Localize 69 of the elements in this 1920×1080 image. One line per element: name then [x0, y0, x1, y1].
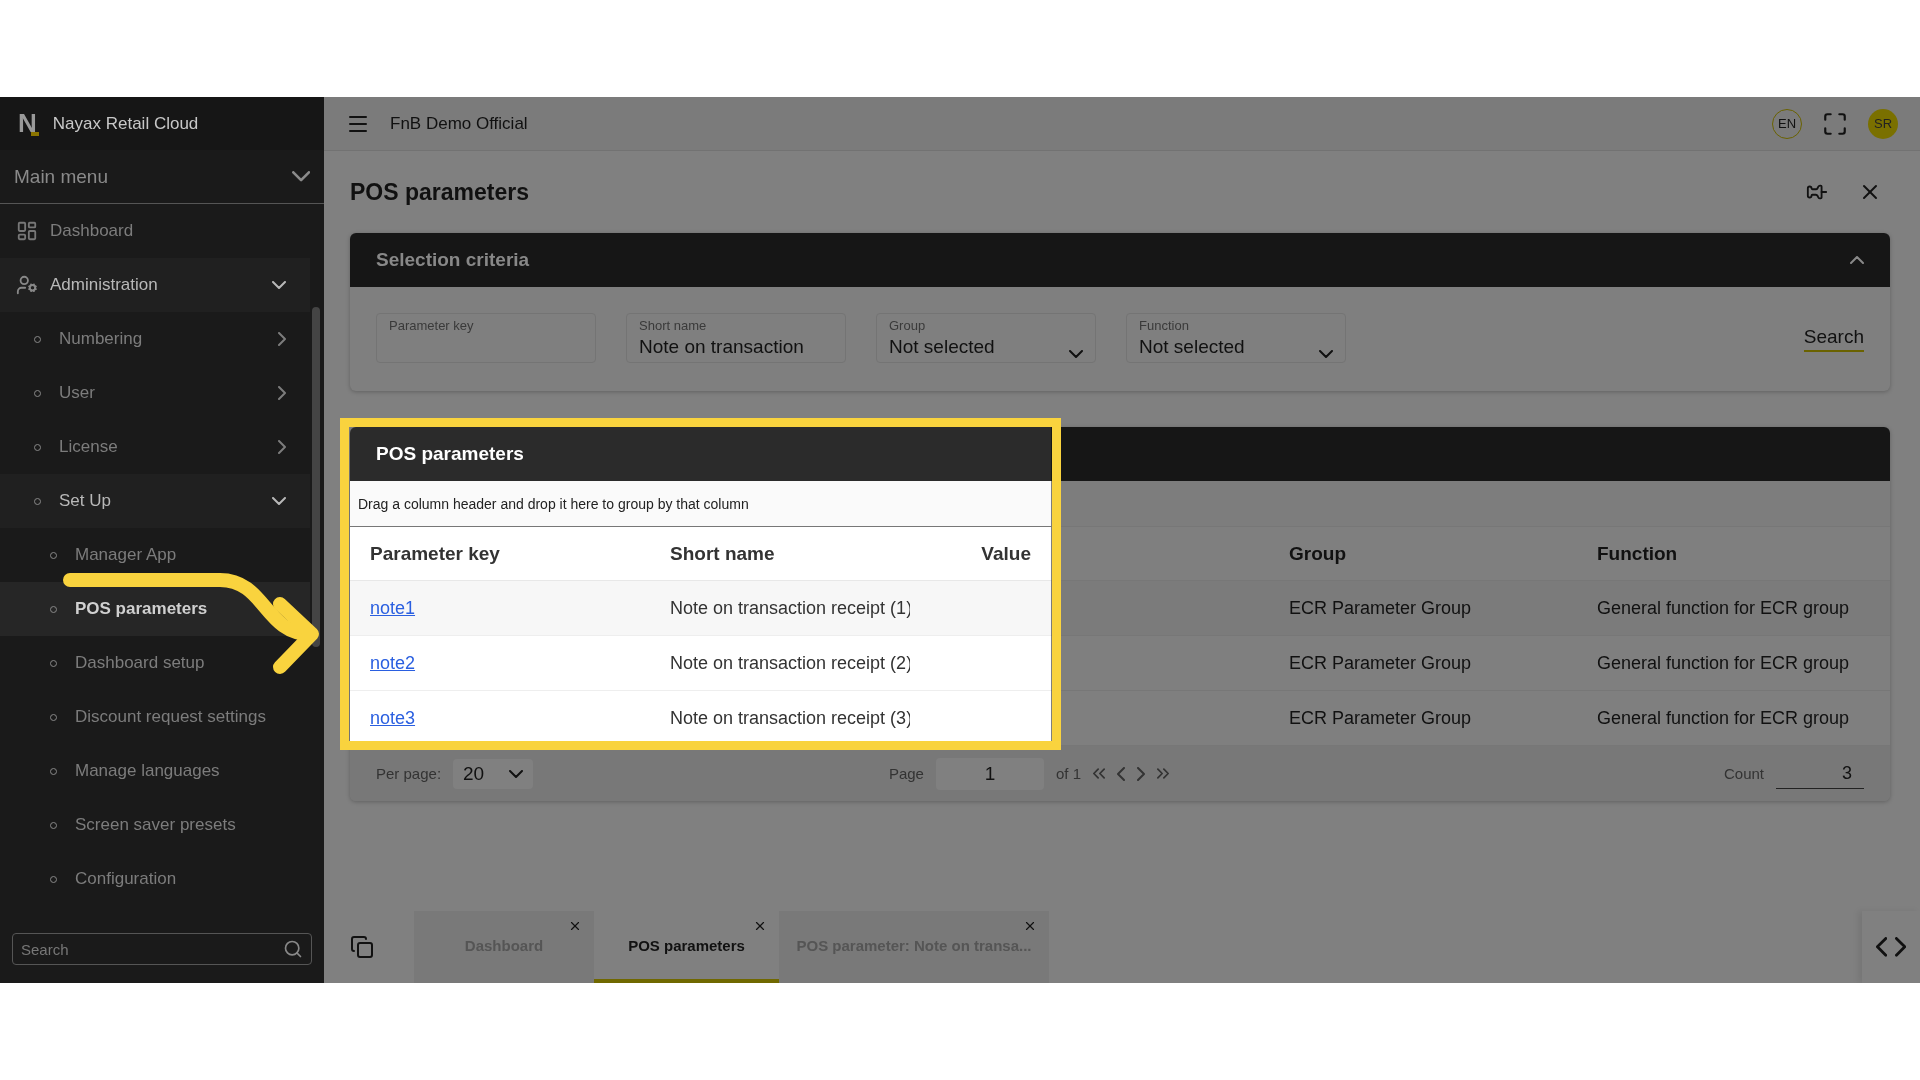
page-label: Page — [888, 765, 924, 782]
column-header[interactable]: Value — [910, 527, 1051, 581]
previous-page-icon[interactable] — [1117, 766, 1125, 781]
page-count: of 1 — [1055, 765, 1081, 782]
chevron-right-icon — [278, 332, 286, 346]
chevron-up-icon[interactable] — [1850, 256, 1864, 264]
input-field[interactable]: Parameter key — [376, 313, 596, 363]
sidebar-item[interactable]: Screen saver presets — [0, 798, 310, 852]
sidebar-item[interactable]: Administration — [0, 258, 310, 312]
sidebar-item[interactable]: Set Up — [0, 474, 310, 528]
chevron-down-icon — [291, 171, 310, 182]
scrollbar[interactable] — [312, 307, 320, 647]
next-page-icon[interactable] — [1137, 766, 1145, 781]
table-cell: ECR Parameter Group — [1269, 581, 1577, 636]
user-avatar[interactable]: SR — [1868, 108, 1898, 139]
table-cell: General function for ECR group — [1577, 581, 1890, 636]
per-page-dropdown[interactable]: 20 — [453, 758, 534, 789]
column-header[interactable]: Parameter key — [350, 527, 650, 581]
count-field[interactable]: 3 — [1776, 758, 1864, 789]
windows-icon[interactable] — [350, 935, 374, 959]
parameter-link[interactable]: note2 — [370, 652, 416, 674]
first-page-icon[interactable] — [1093, 768, 1105, 779]
page-input[interactable]: 1 — [935, 757, 1044, 790]
page-title: POS parameters — [350, 178, 530, 206]
sidebar-item[interactable]: Configuration — [0, 852, 310, 906]
close-icon[interactable] — [753, 919, 767, 933]
logo: N — [18, 108, 37, 139]
column-header[interactable]: Function — [1577, 527, 1890, 581]
chevron-right-icon — [278, 440, 286, 454]
table-cell: General function for ECR group — [1577, 691, 1890, 746]
company-name: FnB Demo Official — [390, 113, 529, 134]
chevron-down-icon — [1069, 350, 1083, 358]
chevron-right-icon — [278, 386, 286, 400]
sidebar-item[interactable]: Dashboard — [0, 204, 310, 258]
close-icon[interactable] — [568, 919, 582, 933]
panel-title: POS parameters — [376, 443, 524, 465]
user-gear-icon — [16, 274, 38, 296]
chevron-down-icon — [272, 497, 286, 505]
sidebar-item[interactable]: License — [0, 420, 310, 474]
sidebar-item[interactable]: Numbering — [0, 312, 310, 366]
parameter-link[interactable]: note3 — [370, 707, 416, 729]
dashboard-icon — [16, 220, 38, 242]
chevron-down-icon — [272, 281, 286, 289]
search-icon[interactable] — [283, 939, 303, 959]
column-header[interactable]: Short name — [650, 527, 910, 581]
sidebar-item[interactable]: Dashboard setup — [0, 636, 310, 690]
chevron-down-icon — [1319, 350, 1333, 358]
table-cell: General function for ECR group — [1577, 636, 1890, 691]
fullscreen-icon[interactable] — [1822, 110, 1848, 137]
parameter-link[interactable]: note1 — [370, 597, 416, 619]
count-label: Count — [1723, 765, 1764, 782]
scroll-left-icon[interactable] — [1875, 937, 1887, 957]
per-page-label: Per page: — [376, 765, 442, 782]
close-icon[interactable] — [1023, 919, 1037, 933]
sidebar-item[interactable]: User — [0, 366, 310, 420]
input-field[interactable]: Short name Note on transaction — [626, 313, 846, 363]
search-field[interactable]: Search — [12, 933, 312, 965]
sidebar-item[interactable]: Manager App — [0, 528, 310, 582]
sidebar-item[interactable]: Manage languages — [0, 744, 310, 798]
scroll-right-icon[interactable] — [1894, 937, 1906, 957]
group-drop-area: Drag a column header and drop it here to group by that column — [350, 481, 1890, 527]
brand-name: Nayax Retail Cloud — [52, 113, 199, 134]
chevron-down-icon — [509, 769, 524, 778]
search-button[interactable]: Search — [1803, 324, 1864, 352]
sidebar-item[interactable]: Discount request settings — [0, 690, 310, 744]
last-page-icon[interactable] — [1157, 768, 1169, 779]
dropdown-field[interactable]: Function Not selected — [1126, 313, 1346, 363]
dropdown-field[interactable]: Group Not selected — [876, 313, 1096, 363]
panel-title: Selection criteria — [376, 249, 530, 271]
